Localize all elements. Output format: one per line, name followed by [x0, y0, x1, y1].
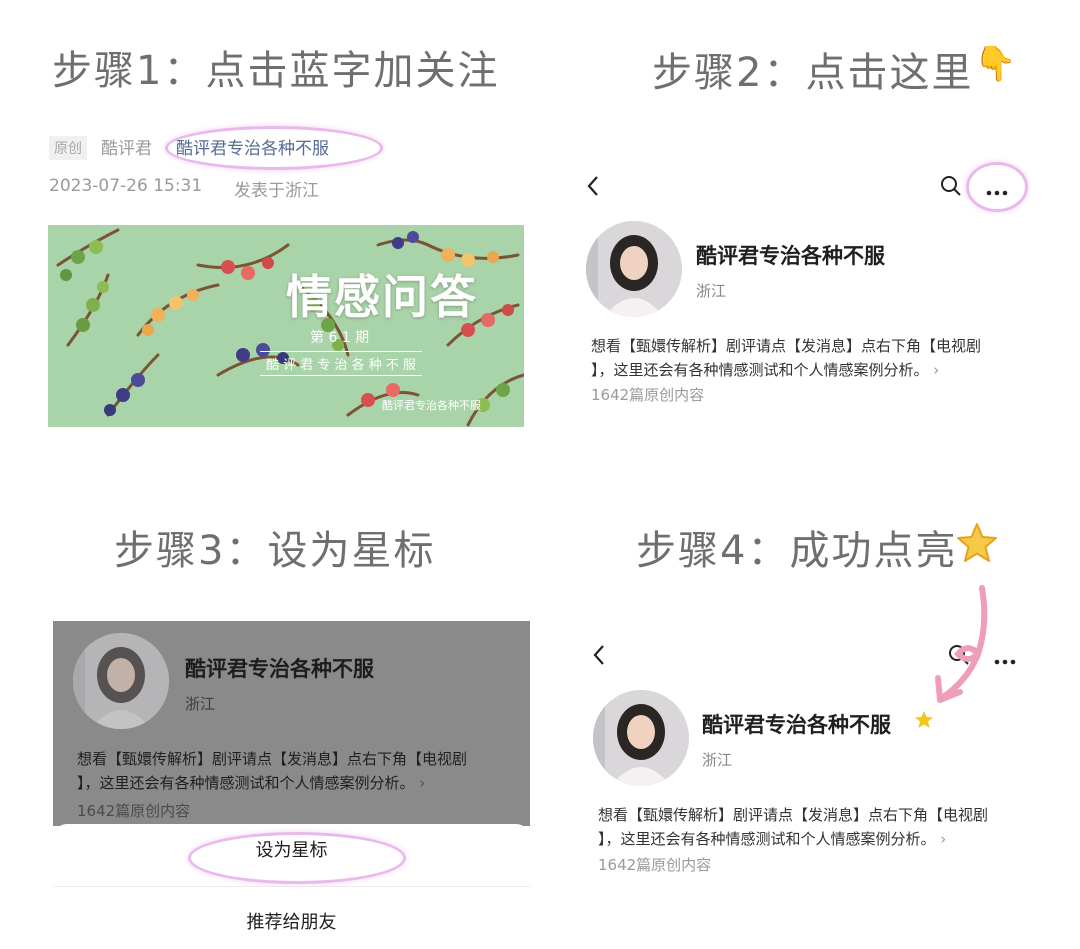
publish-location: 发表于浙江: [234, 181, 319, 201]
account-description: 想看【甄嬛传解析】剧评请点【发消息】点右下角【电视剧 】，这里还会有各种情感测试…: [591, 334, 1021, 382]
star-icon: [955, 522, 999, 568]
dimmed-overlay[interactable]: 酷评君专治各种不服 浙江 想看【甄嬛传解析】剧评请点【发消息】点右下角【电视剧 …: [53, 621, 530, 826]
search-icon[interactable]: [940, 175, 962, 201]
banner-watermark: 酷评君专治各种不服: [382, 399, 481, 412]
original-count: 1642篇原创内容: [77, 802, 191, 820]
description-line-1: 想看【甄嬛传解析】剧评请点【发消息】点右下角【电视剧: [591, 337, 982, 355]
pointing-hand-icon: 👇: [974, 44, 1017, 84]
sheet-divider: [53, 886, 530, 887]
account-name: 酷评君专治各种不服: [696, 244, 885, 268]
step3-title: 步骤3：设为星标: [114, 528, 436, 574]
original-count[interactable]: 1642篇原创内容: [598, 854, 711, 875]
description-line-1: 想看【甄嬛传解析】剧评请点【发消息】点右下角【电视剧: [77, 750, 468, 768]
highlight-ellipse-account: [165, 126, 383, 170]
more-options-icon[interactable]: [993, 651, 1017, 670]
description-line-2: 】，这里还会有各种情感测试和个人情感案例分析。: [598, 830, 936, 848]
account-name: 酷评君专治各种不服: [185, 657, 374, 681]
step1-title: 步骤1：点击蓝字加关注: [52, 48, 500, 94]
banner-title: 情感问答: [286, 270, 478, 324]
description-line-1: 想看【甄嬛传解析】剧评请点【发消息】点右下角【电视剧: [598, 806, 989, 824]
step4-title: 步骤4：成功点亮: [636, 528, 958, 574]
recommend-button[interactable]: 推荐给朋友: [53, 908, 530, 934]
description-line-2: 】，这里还会有各种情感测试和个人情感案例分析。: [591, 361, 929, 379]
back-arrow-icon[interactable]: [591, 643, 607, 671]
star-badge-icon: [914, 710, 934, 734]
account-description: 想看【甄嬛传解析】剧评请点【发消息】点右下角【电视剧 】，这里还会有各种情感测试…: [77, 747, 517, 795]
original-tag: 原创: [49, 136, 87, 160]
avatar[interactable]: [593, 690, 689, 786]
account-description: 想看【甄嬛传解析】剧评请点【发消息】点右下角【电视剧 】，这里还会有各种情感测试…: [598, 803, 1028, 851]
chevron-right-icon[interactable]: ›: [929, 361, 939, 379]
chevron-right-icon: ›: [414, 774, 426, 792]
account-name: 酷评君专治各种不服: [702, 713, 891, 737]
original-count[interactable]: 1642篇原创内容: [591, 384, 704, 405]
avatar[interactable]: [586, 221, 682, 317]
back-arrow-icon[interactable]: [585, 174, 601, 202]
description-line-2: 】，这里还会有各种情感测试和个人情感案例分析。: [77, 774, 415, 792]
pointer-arrow-icon: [928, 584, 994, 710]
highlight-ellipse-star: [188, 832, 406, 884]
highlight-ellipse-more: [966, 162, 1028, 212]
publish-date: 2023-07-26 15:31: [49, 176, 203, 196]
chevron-right-icon[interactable]: ›: [936, 830, 946, 848]
avatar: [73, 633, 169, 729]
account-location: 浙江: [185, 695, 216, 713]
author-name[interactable]: 酷评君: [101, 134, 152, 159]
article-banner[interactable]: 情感问答 第 6 1 期 酷 评 君 专 治 各 种 不 服 酷评君专治各种不服: [48, 225, 524, 427]
step2-title: 步骤2：点击这里: [652, 50, 974, 96]
account-location: 浙江: [696, 282, 727, 300]
banner-issue: 第 6 1 期: [310, 330, 370, 346]
account-location: 浙江: [702, 751, 733, 769]
banner-account-name: 酷 评 君 专 治 各 种 不 服: [260, 351, 423, 376]
